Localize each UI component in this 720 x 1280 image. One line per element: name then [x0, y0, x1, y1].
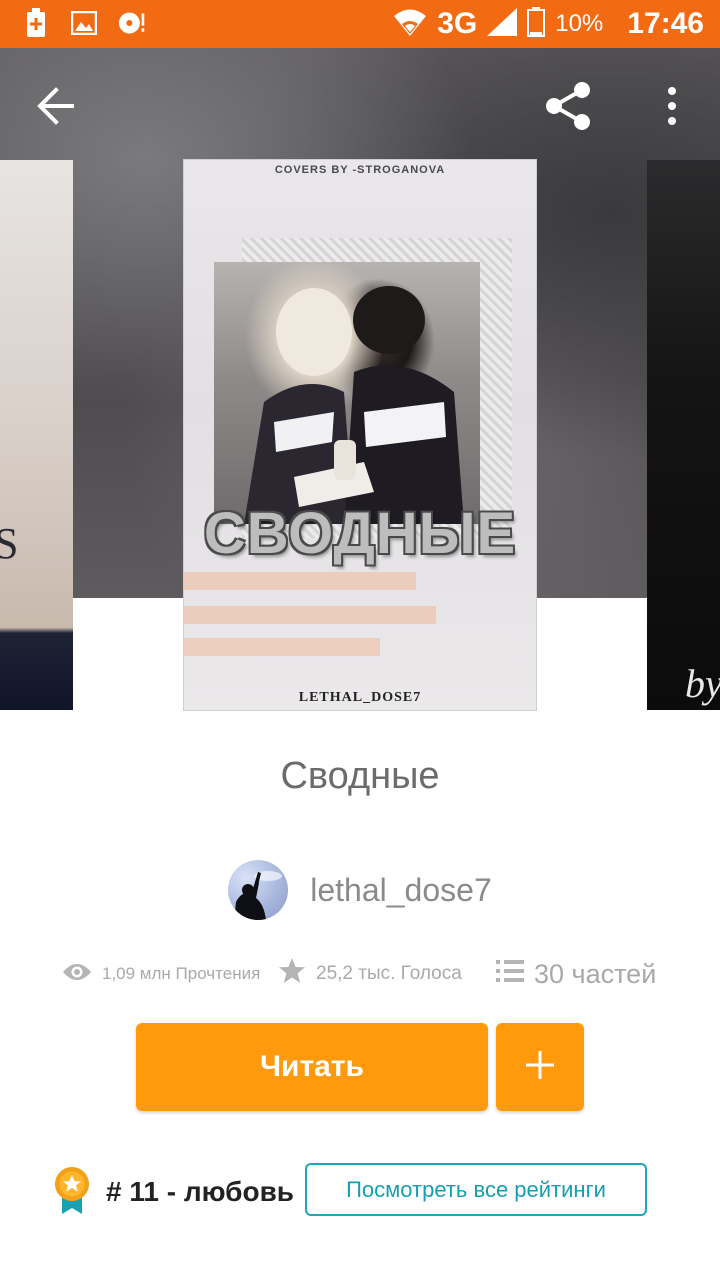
- author-row[interactable]: lethal_dose7: [0, 858, 720, 922]
- cover-author: LETHAL_DOSE7: [298, 690, 422, 705]
- cover-photo: [214, 262, 480, 524]
- wifi-icon: [393, 7, 427, 42]
- toolbar: [0, 48, 720, 160]
- list-icon: [496, 959, 524, 990]
- cover-decor-bar: [184, 638, 380, 656]
- cover-title: СВОДНЫЕ: [203, 501, 517, 566]
- votes-stat: 25,2 тыс. Голоса: [278, 950, 462, 998]
- clock: 17:46: [627, 7, 704, 40]
- avatar[interactable]: [228, 860, 289, 920]
- next-book-cover[interactable]: by: [647, 160, 720, 710]
- parts-count: 30 частей: [534, 958, 657, 989]
- votes-count: 25,2 тыс. Голоса: [316, 963, 462, 984]
- battery-saver-icon: [22, 8, 50, 38]
- read-button[interactable]: Читать: [136, 1023, 488, 1111]
- next-cover-text: by: [685, 661, 720, 706]
- view-all-rankings-button[interactable]: Посмотреть все рейтинги: [305, 1163, 647, 1216]
- status-bar: 3G 10% 17:46: [0, 0, 720, 48]
- cover-decor-bar: [184, 572, 416, 590]
- previous-cover-letter: S: [0, 519, 19, 568]
- media-disc-icon: [118, 8, 146, 38]
- image-icon: [70, 8, 98, 38]
- reads-count: 1,09 млн Прочтения: [102, 964, 261, 983]
- medal-icon: [52, 1166, 92, 1216]
- battery-percent: 10%: [555, 10, 604, 37]
- cover-credit: COVERS BY -STROGANOVA: [274, 164, 446, 176]
- eye-icon: [62, 962, 92, 987]
- cover-decor-bar: [184, 606, 436, 624]
- book-cover[interactable]: COVERS BY -STROGANOVA СВОДНЫЕ LETHAL_DOS…: [184, 160, 536, 710]
- ranking-text: # 11 - любовь: [106, 1176, 294, 1207]
- previous-book-cover[interactable]: S: [0, 160, 73, 710]
- add-to-library-button[interactable]: [496, 1023, 584, 1111]
- plus-icon: [526, 1050, 554, 1084]
- parts-stat[interactable]: 30 частей: [496, 950, 656, 998]
- share-icon[interactable]: [540, 78, 596, 134]
- book-title: Сводные: [280, 755, 440, 797]
- stats-row: 1,09 млн Прочтения 25,2 тыс. Голоса 30 ч…: [0, 950, 720, 998]
- network-type: 3G: [437, 7, 478, 40]
- more-vert-icon[interactable]: [652, 82, 692, 130]
- signal-icon: [487, 7, 518, 41]
- battery-icon: [527, 6, 546, 42]
- star-icon: [278, 957, 306, 991]
- back-arrow-icon[interactable]: [34, 84, 78, 128]
- author-name[interactable]: lethal_dose7: [310, 872, 491, 909]
- reads-stat: 1,09 млн Прочтения: [62, 950, 260, 998]
